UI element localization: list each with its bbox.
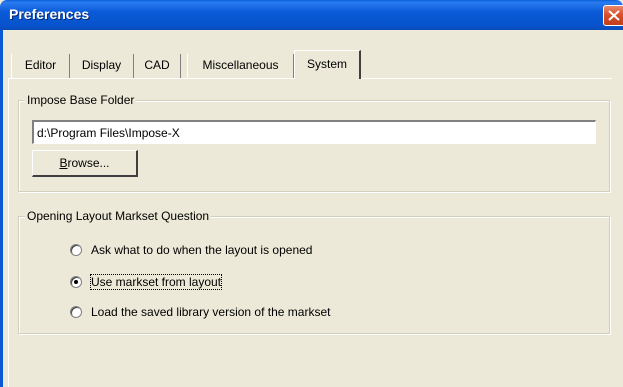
tab-label: Display (81, 58, 122, 72)
radio-label: Ask what to do when the layout is opened (91, 243, 313, 257)
tab-label: System (306, 57, 347, 71)
impose-base-folder-group: Impose Base Folder (18, 93, 610, 192)
radio-button-icon[interactable] (70, 244, 82, 256)
tab-miscellaneous[interactable]: Miscellaneous (187, 54, 294, 78)
close-button[interactable] (603, 5, 623, 26)
impose-base-folder-input[interactable] (32, 120, 596, 144)
tab-system[interactable]: System (294, 50, 361, 79)
group-legend: Impose Base Folder (25, 93, 137, 107)
radio-button-icon[interactable] (70, 306, 82, 318)
browse-button[interactable]: Browse... (32, 150, 138, 177)
close-x-icon (608, 10, 620, 21)
tab-editor[interactable]: Editor (11, 54, 70, 78)
tab-label: CAD (144, 58, 170, 72)
radio-selected-dot (74, 280, 78, 284)
window-title: Preferences (9, 6, 90, 22)
group-legend: Opening Layout Markset Question (25, 209, 212, 223)
radio-button-icon[interactable] (70, 276, 82, 288)
browse-mnemonic: B (59, 156, 68, 170)
tab-cad[interactable]: CAD (134, 54, 181, 78)
title-bar[interactable]: Preferences (0, 0, 623, 30)
radio-label: Load the saved library version of the ma… (91, 305, 331, 319)
tab-label: Miscellaneous (202, 58, 279, 72)
radio-label: Use markset from layout (89, 274, 223, 290)
tab-label: Editor (24, 58, 57, 72)
browse-label: rowse... (67, 156, 110, 170)
tab-display[interactable]: Display (70, 54, 134, 78)
